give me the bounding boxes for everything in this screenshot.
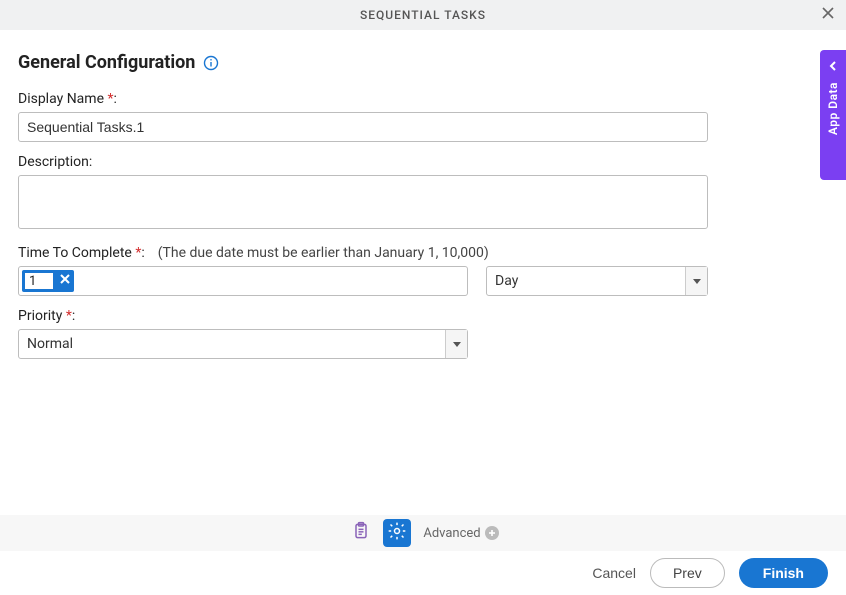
description-input[interactable]	[18, 175, 708, 229]
gear-icon	[387, 521, 407, 545]
side-tab-label: App Data	[826, 82, 840, 135]
clipboard-icon	[351, 521, 371, 545]
form-view-button[interactable]	[347, 519, 375, 547]
required-marker: *	[66, 308, 72, 324]
time-to-complete-input[interactable]: 1	[18, 266, 468, 296]
priority-select[interactable]: Normal	[18, 329, 468, 359]
required-marker: *	[107, 91, 113, 107]
chevron-down-icon	[445, 330, 467, 358]
priority-label: Priority *:	[18, 308, 828, 324]
cancel-button[interactable]: Cancel	[592, 565, 636, 581]
description-label: Description:	[18, 154, 828, 170]
bottom-toolbar: Advanced	[0, 515, 846, 551]
dialog-footer: Cancel Prev Finish	[0, 551, 846, 595]
display-name-field: Display Name *:	[18, 91, 828, 142]
time-value-chip: 1	[22, 270, 74, 292]
priority-value: Normal	[19, 336, 445, 352]
section-header: General Configuration	[18, 52, 828, 73]
prev-button[interactable]: Prev	[650, 558, 725, 588]
advanced-button[interactable]: Advanced	[423, 526, 498, 541]
settings-view-button[interactable]	[383, 519, 411, 547]
dialog-title: SEQUENTIAL TASKS	[360, 8, 486, 22]
dialog-header: SEQUENTIAL TASKS	[0, 0, 846, 30]
app-data-side-tab[interactable]: App Data	[820, 50, 846, 180]
time-to-complete-row: 1 Day	[18, 266, 828, 296]
chevron-left-icon	[827, 60, 839, 76]
time-value-text: 1	[24, 272, 54, 290]
advanced-label-text: Advanced	[423, 526, 480, 541]
required-marker: *	[135, 245, 141, 261]
time-unit-select[interactable]: Day	[486, 266, 708, 296]
priority-label-text: Priority	[18, 308, 62, 324]
display-name-label: Display Name *:	[18, 91, 828, 107]
close-button[interactable]	[820, 5, 836, 25]
time-unit-value: Day	[487, 273, 685, 289]
time-to-complete-field: Time To Complete *: (The due date must b…	[18, 245, 828, 296]
time-to-complete-label-row: Time To Complete *: (The due date must b…	[18, 245, 828, 261]
description-field: Description:	[18, 154, 828, 233]
time-to-complete-label-text: Time To Complete	[18, 245, 132, 261]
priority-field: Priority *: Normal	[18, 308, 828, 359]
chevron-down-icon	[685, 267, 707, 295]
clear-time-button[interactable]	[56, 270, 74, 292]
info-icon[interactable]	[203, 55, 219, 71]
close-icon	[820, 5, 836, 25]
time-to-complete-hint: (The due date must be earlier than Janua…	[158, 245, 489, 261]
display-name-label-text: Display Name	[18, 91, 104, 107]
plus-circle-icon	[485, 526, 499, 540]
section-title: General Configuration	[18, 52, 195, 73]
close-icon	[59, 273, 71, 289]
finish-button[interactable]: Finish	[739, 558, 828, 588]
display-name-input[interactable]	[18, 112, 708, 142]
dialog-content: General Configuration Display Name *: De…	[0, 30, 846, 359]
